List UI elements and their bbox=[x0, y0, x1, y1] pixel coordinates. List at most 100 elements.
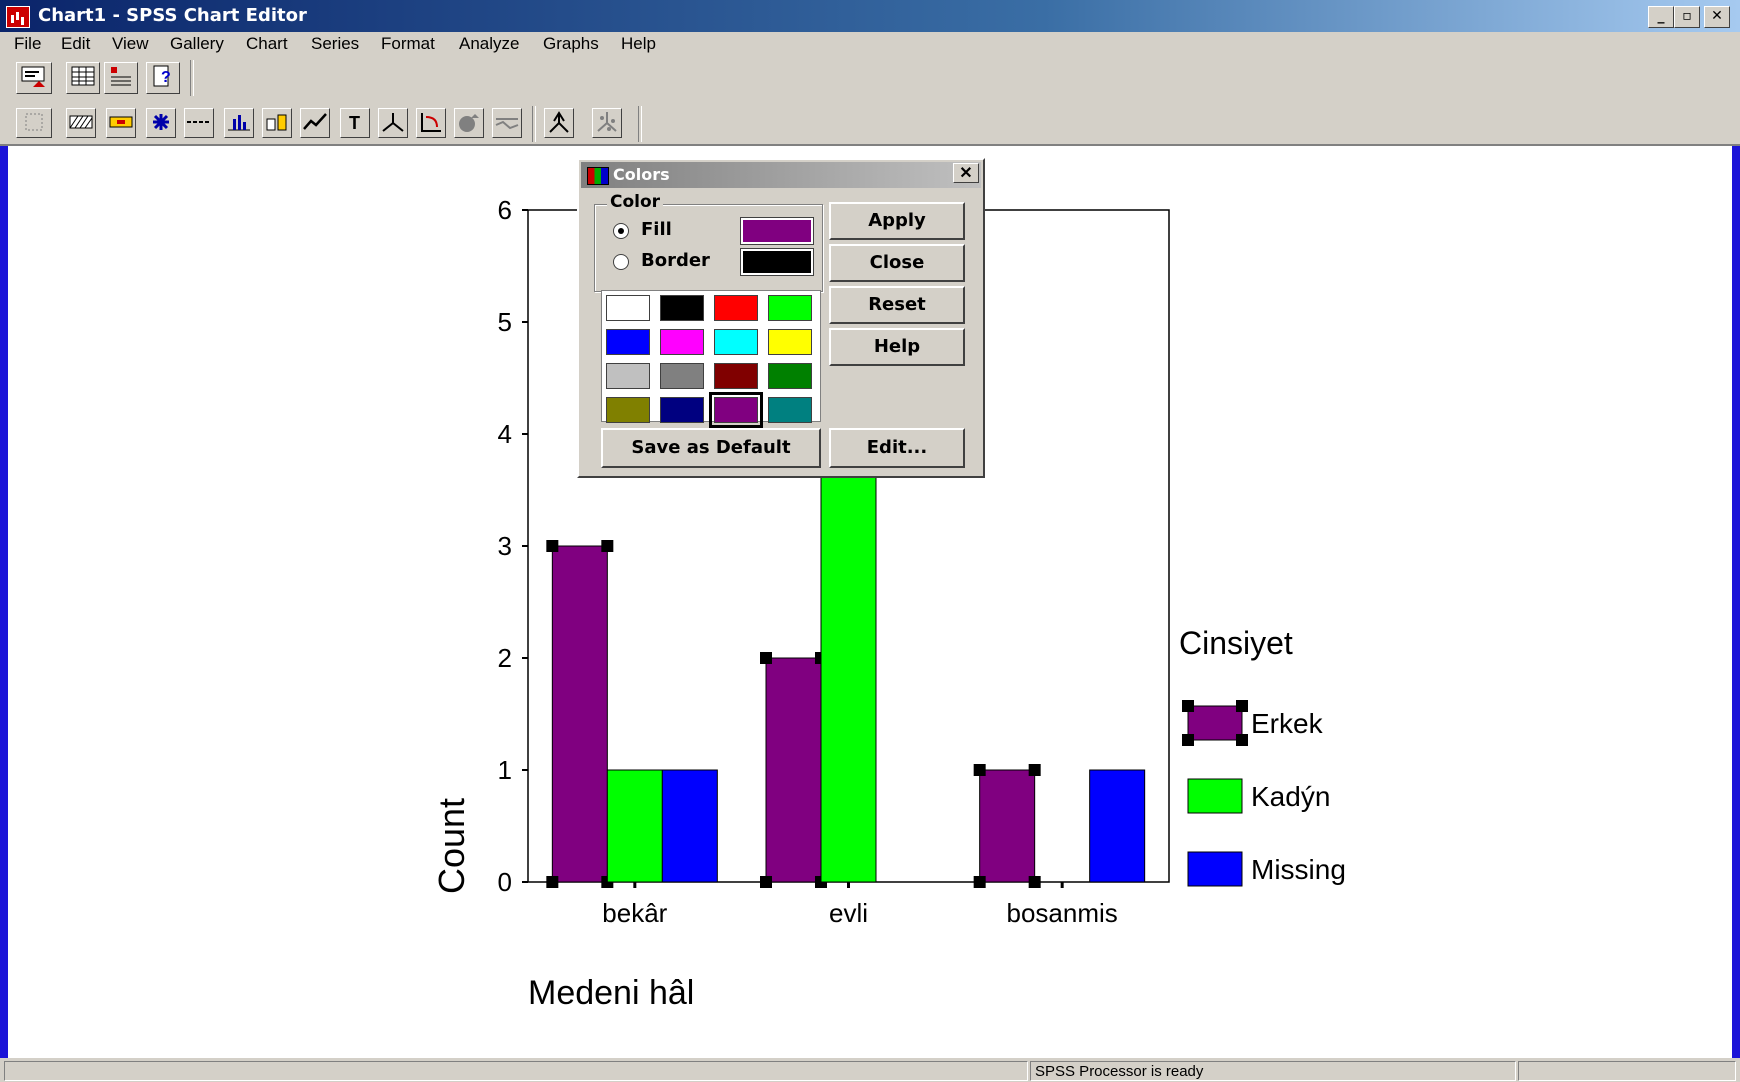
data-editor-icon[interactable] bbox=[66, 62, 100, 94]
selection-handle[interactable] bbox=[973, 764, 986, 776]
palette-color-swatch[interactable] bbox=[660, 295, 704, 321]
selection-handle[interactable] bbox=[973, 876, 986, 888]
variables-icon[interactable] bbox=[104, 62, 138, 94]
menu-help[interactable]: Help bbox=[621, 34, 656, 54]
selection-handle[interactable] bbox=[546, 540, 559, 552]
x-axis-title[interactable]: Medeni hâl bbox=[528, 974, 694, 1012]
y-axis-title[interactable]: Count bbox=[431, 798, 472, 894]
palette-color-swatch[interactable] bbox=[768, 329, 812, 355]
selection-handle[interactable] bbox=[1182, 734, 1194, 746]
palette-color-swatch[interactable] bbox=[606, 295, 650, 321]
legend-title[interactable]: Cinsiyet bbox=[1179, 625, 1293, 661]
app-icon[interactable] bbox=[6, 6, 30, 28]
bar-erkek[interactable] bbox=[765, 657, 822, 883]
selection-handle[interactable] bbox=[601, 540, 614, 552]
minimize-button[interactable]: _ bbox=[1648, 6, 1674, 28]
selection-handle[interactable] bbox=[1236, 734, 1248, 746]
select-icon[interactable] bbox=[16, 108, 52, 138]
color-group-label: Color bbox=[607, 192, 664, 212]
menu-series[interactable]: Series bbox=[311, 34, 359, 54]
y-tick-label: 3 bbox=[498, 531, 512, 561]
close-dialog-x-button[interactable]: ✕ bbox=[953, 163, 979, 183]
palette-color-swatch[interactable] bbox=[660, 329, 704, 355]
menu-chart[interactable]: Chart bbox=[246, 34, 288, 54]
toolbar-separator bbox=[532, 106, 536, 142]
legend-label[interactable]: Erkek bbox=[1251, 708, 1324, 739]
edit-colors-button[interactable]: Edit... bbox=[829, 428, 965, 468]
palette-color-swatch[interactable] bbox=[768, 397, 812, 423]
palette-color-swatch[interactable] bbox=[714, 295, 758, 321]
menu-gallery[interactable]: Gallery bbox=[170, 34, 224, 54]
selection-handle[interactable] bbox=[1028, 764, 1041, 776]
palette-color-swatch[interactable] bbox=[768, 295, 812, 321]
bar-erkek[interactable] bbox=[979, 769, 1036, 883]
color-icon[interactable] bbox=[106, 108, 136, 138]
legend-label[interactable]: Missing bbox=[1251, 854, 1346, 885]
palette-color-swatch[interactable] bbox=[606, 363, 650, 389]
menu-analyze[interactable]: Analyze bbox=[459, 34, 519, 54]
spin-mode-icon[interactable] bbox=[544, 108, 574, 138]
menu-edit[interactable]: Edit bbox=[61, 34, 90, 54]
legend-swatch[interactable] bbox=[1187, 778, 1243, 814]
bar-missing[interactable] bbox=[661, 769, 718, 883]
palette-color-swatch[interactable] bbox=[660, 363, 704, 389]
legend[interactable]: Cinsiyet Erkek Kadýn Missing bbox=[1179, 625, 1346, 887]
menu-graphs[interactable]: Graphs bbox=[543, 34, 599, 54]
interpolation-icon[interactable] bbox=[300, 108, 330, 138]
selection-handle[interactable] bbox=[760, 876, 772, 888]
menu-view[interactable]: View bbox=[112, 34, 149, 54]
border-radio[interactable] bbox=[613, 254, 629, 270]
palette-color-swatch[interactable] bbox=[714, 329, 758, 355]
three-d-rotation-icon[interactable] bbox=[378, 108, 408, 138]
go-to-data-icon[interactable] bbox=[16, 62, 52, 94]
help-button[interactable]: Help bbox=[829, 328, 965, 366]
x-axis[interactable]: bekâr evli bosanmis bbox=[602, 882, 1118, 928]
y-axis[interactable]: 0 1 2 3 4 5 6 bbox=[498, 195, 528, 897]
restore-button[interactable]: ▫ bbox=[1674, 6, 1700, 28]
help-icon[interactable]: ? bbox=[146, 62, 180, 94]
bar-missing[interactable] bbox=[1089, 769, 1146, 883]
selection-handle[interactable] bbox=[546, 876, 559, 888]
legend-label[interactable]: Kadýn bbox=[1251, 781, 1330, 812]
marker-icon[interactable] bbox=[146, 108, 176, 138]
palette-color-swatch[interactable] bbox=[606, 397, 650, 423]
spin-3d-icon[interactable] bbox=[592, 108, 622, 138]
status-text: SPSS Processor is ready bbox=[1030, 1061, 1516, 1081]
close-window-button[interactable]: ✕ bbox=[1704, 6, 1730, 28]
reset-button[interactable]: Reset bbox=[829, 286, 965, 324]
selection-handle[interactable] bbox=[1028, 876, 1041, 888]
palette-color-swatch[interactable] bbox=[606, 329, 650, 355]
selection-handle[interactable] bbox=[1182, 700, 1194, 712]
swap-axes-icon[interactable] bbox=[416, 108, 446, 138]
legend-swatch[interactable] bbox=[1187, 851, 1243, 887]
palette-color-swatch[interactable] bbox=[709, 392, 763, 428]
colors-dialog-title-bar[interactable]: Colors bbox=[581, 162, 981, 188]
fill-radio-label[interactable]: Fill bbox=[641, 219, 672, 240]
menu-file[interactable]: File bbox=[14, 34, 41, 54]
bar-label-icon[interactable] bbox=[262, 108, 292, 138]
palette-color-swatch[interactable] bbox=[768, 363, 812, 389]
legend-swatch[interactable] bbox=[1187, 705, 1243, 741]
bar-style-icon[interactable] bbox=[224, 108, 254, 138]
palette-color-swatch[interactable] bbox=[660, 397, 704, 423]
bar-kadýn[interactable] bbox=[820, 433, 877, 883]
colors-dialog-title: Colors bbox=[613, 165, 670, 184]
menu-format[interactable]: Format bbox=[381, 34, 435, 54]
break-line-icon[interactable] bbox=[492, 108, 522, 138]
apply-button[interactable]: Apply bbox=[829, 202, 965, 240]
fill-radio[interactable] bbox=[613, 223, 629, 239]
fill-pattern-icon[interactable] bbox=[66, 108, 96, 138]
border-radio-label[interactable]: Border bbox=[641, 250, 710, 271]
bar-kadýn[interactable] bbox=[606, 769, 663, 883]
palette-color-swatch[interactable] bbox=[714, 363, 758, 389]
text-icon[interactable]: T bbox=[340, 108, 370, 138]
bar-erkek[interactable] bbox=[551, 545, 608, 883]
selection-handle[interactable] bbox=[1236, 700, 1248, 712]
close-button[interactable]: Close bbox=[829, 244, 965, 282]
title-bar[interactable]: Chart1 - SPSS Chart Editor _ ▫ ✕ bbox=[0, 0, 1740, 32]
line-style-icon[interactable] bbox=[184, 108, 214, 138]
explode-slice-icon[interactable] bbox=[454, 108, 484, 138]
save-as-default-button[interactable]: Save as Default bbox=[601, 428, 821, 468]
toolbar-separator bbox=[638, 106, 642, 142]
selection-handle[interactable] bbox=[760, 652, 772, 664]
